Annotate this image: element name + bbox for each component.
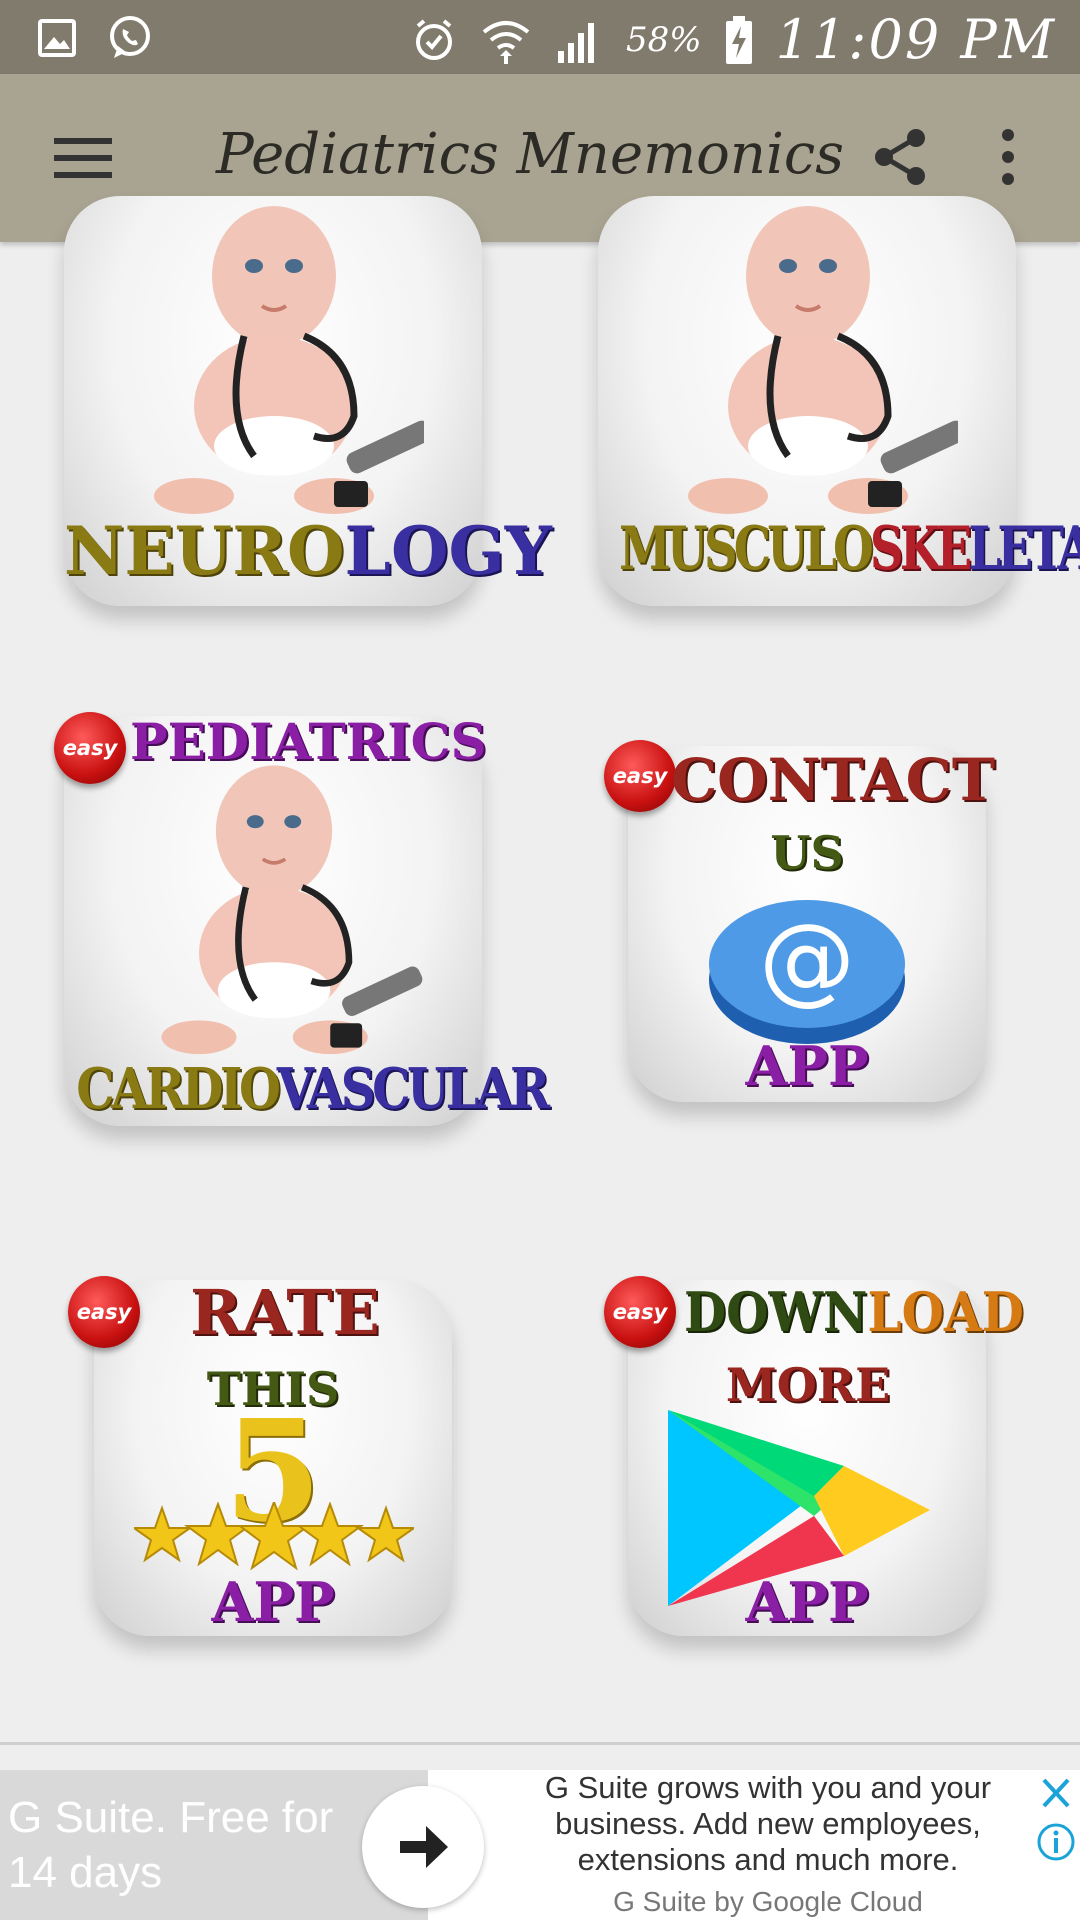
wifi-icon	[482, 20, 530, 64]
label-part-1: MUSCULO	[619, 514, 874, 584]
tile-rate-app[interactable]: easy RATE THIS 5 APP	[68, 1276, 452, 1636]
at-sign-icon: @	[709, 900, 905, 1044]
svg-text:@: @	[759, 903, 855, 1015]
tile-musculoskeletal[interactable]: MUSCULOSKELETAL	[598, 196, 1080, 606]
battery-percent: 58%	[626, 19, 702, 60]
label-part-1: DOWN	[684, 1280, 868, 1344]
tile-line-4: APP	[211, 1570, 335, 1634]
five-stars-icon	[134, 1502, 414, 1571]
baby-doctor-image	[658, 196, 958, 516]
label-part-3: LETAL	[968, 514, 1080, 584]
ad-separator	[0, 1742, 1080, 1745]
easy-badge: easy	[604, 1276, 676, 1348]
tile-cardiovascular[interactable]: easy PEDIATRICS CARDIOVASCULAR	[54, 712, 550, 1126]
clock: 11:09 PM	[775, 8, 1056, 71]
tile-line-1: RATE	[190, 1276, 380, 1349]
label-part-1: CARDIO	[76, 1056, 280, 1122]
baby-doctor-image	[124, 196, 424, 516]
label-part-2: VASCULAR	[276, 1056, 550, 1122]
page-title: Pediatrics Mnemonics	[216, 122, 844, 187]
tile-line-3: APP	[745, 1034, 869, 1098]
label-part-1: NEURO	[64, 512, 345, 590]
arrow-right-icon	[400, 1826, 448, 1868]
tile-line-1: CONTACT	[670, 746, 995, 814]
tile-line-2: US	[770, 826, 844, 880]
tile-line-1: MORE	[725, 1358, 891, 1412]
label-part-2: SKE	[869, 514, 972, 584]
ad-headline: G Suite. Free for 14 days	[8, 1793, 334, 1897]
battery-charging-icon	[725, 15, 752, 64]
tile-line-2: APP	[745, 1570, 869, 1634]
ad-sponsor: G Suite by Google Cloud	[613, 1886, 923, 1917]
whatsapp-icon	[110, 16, 150, 58]
close-icon[interactable]	[1034, 1774, 1078, 1814]
easy-badge: easy	[54, 712, 126, 784]
tile-download-more[interactable]: easy DOWNLOAD MORE APP	[604, 1276, 1024, 1636]
tile-label: NEUROLOGY	[64, 512, 552, 590]
ad-arrow-button[interactable]	[362, 1786, 484, 1908]
ad-banner[interactable]: G Suite. Free for 14 days G Suite grows …	[0, 1770, 1080, 1920]
label-part-2: LOAD	[867, 1280, 1024, 1344]
more-vertical-icon[interactable]	[990, 124, 1026, 190]
hamburger-menu-icon[interactable]	[44, 128, 124, 188]
tile-label: CARDIOVASCULAR	[76, 1056, 550, 1122]
ad-body-text: G Suite grows with you and your business…	[544, 1770, 992, 1877]
gallery-icon	[38, 19, 76, 57]
share-icon[interactable]	[868, 124, 934, 190]
tile-contact-us[interactable]: easy CONTACT US @ APP	[604, 740, 995, 1102]
tile-neurology[interactable]: NEUROLOGY	[64, 196, 552, 606]
signal-icon	[558, 22, 594, 63]
baby-doctor-image	[124, 756, 424, 1056]
status-bar: 58% 11:09 PM	[0, 0, 1080, 74]
tile-top-label: PEDIATRICS	[130, 712, 487, 771]
alarm-icon	[416, 18, 452, 60]
easy-badge: easy	[68, 1276, 140, 1348]
tile-top-label: DOWNLOAD	[684, 1280, 1024, 1344]
label-part-2: LOGY	[344, 512, 552, 590]
easy-badge: easy	[604, 740, 676, 812]
info-icon[interactable]	[1034, 1820, 1078, 1864]
tile-label: MUSCULOSKELETAL	[619, 514, 1080, 584]
